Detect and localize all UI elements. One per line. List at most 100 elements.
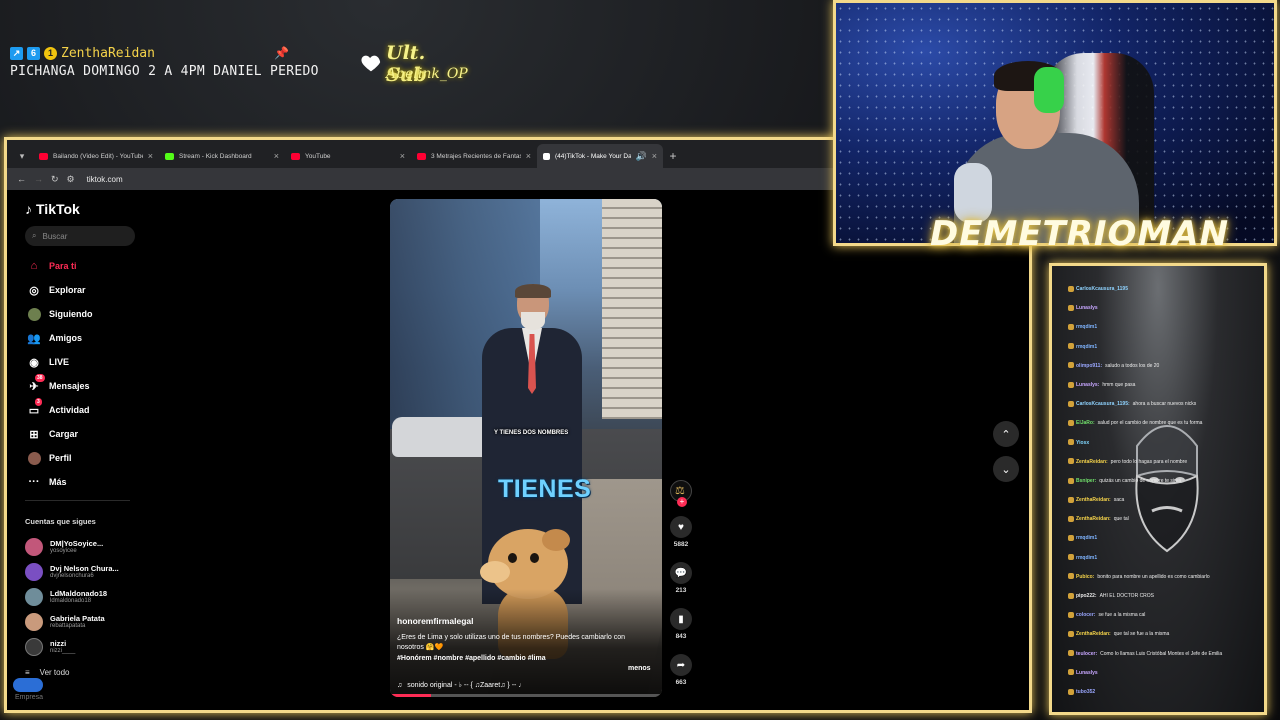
see-all-link[interactable]: ≡ Ver todo [25, 661, 160, 683]
chat-username[interactable]: ElJaRo: [1076, 420, 1095, 426]
tab-kick-dashboard[interactable]: Stream - Kick Dashboard × [159, 144, 285, 168]
home-icon: ⌂ [30, 260, 38, 272]
nav-cargar[interactable]: ⊞ Cargar [25, 422, 160, 446]
nav-explorar[interactable]: ◎ Explorar [25, 278, 160, 302]
chat-username[interactable]: pipo222: [1076, 593, 1097, 599]
following-account[interactable]: Gabriela Patata rebattapatata [25, 609, 160, 634]
chat-username[interactable]: olimpo911: [1076, 363, 1102, 369]
chat-username[interactable]: Pubico: [1076, 574, 1094, 580]
chat-text: se fue a la misma cal [1098, 612, 1146, 619]
following-account[interactable]: nizzi nizzi____ [25, 634, 160, 659]
nav-para-ti[interactable]: ⌂ Para ti [25, 254, 160, 278]
chat-username[interactable]: teulocer: [1076, 651, 1097, 657]
nav-label: Amigos [49, 333, 83, 343]
live-icon: ◉ [29, 356, 39, 369]
search-input[interactable]: ⌕ Buscar [25, 226, 135, 246]
chat-username[interactable]: CarlosKcausura_1195 [1076, 286, 1128, 292]
tab-youtube[interactable]: YouTube × [285, 144, 411, 168]
divider [25, 500, 130, 501]
tab-metrajes[interactable]: 3 Metrajes Recientes de Fantas × [411, 144, 537, 168]
chat-username[interactable]: ZentaReidan: [1076, 459, 1108, 465]
chat-message: Lunaslys: hmm que pasa [1068, 376, 1264, 395]
close-icon[interactable]: × [274, 151, 279, 161]
account-name: Gabriela Patata [50, 614, 105, 623]
chat-badge-icon [1068, 631, 1074, 638]
chat-username[interactable]: CarlosKcausura_1195: [1076, 401, 1130, 407]
nav-label: Perfil [49, 453, 72, 463]
back-icon[interactable]: ← [17, 174, 26, 184]
like-button[interactable]: ♥ [670, 516, 692, 538]
comment-button[interactable]: 💬 [670, 562, 692, 584]
account-name: DM|YoSoyice... [50, 539, 104, 548]
chat-username[interactable]: colocer: [1076, 612, 1095, 618]
video-sound[interactable]: ♫ sonido original - ♭ -- { ♫Zaaret♫ } --… [397, 681, 525, 690]
video-author[interactable]: honoremfirmalegal [397, 616, 474, 626]
tab-tiktok[interactable]: (44)TikTok - Make Your Day 🔊 × [537, 144, 663, 168]
close-icon[interactable]: × [148, 151, 153, 161]
video-hashtags[interactable]: #Honórem #nombre #apellido #cambio #lima [397, 655, 546, 662]
close-icon[interactable]: × [526, 151, 531, 161]
speaker-icon[interactable]: 🔊 [636, 151, 647, 162]
chat-username[interactable]: Yiosx [1076, 440, 1089, 446]
nav-actividad[interactable]: ▭ 3 Actividad [25, 398, 160, 422]
chat-username[interactable]: rmqdim1 [1076, 535, 1097, 541]
save-button[interactable]: ▮ [670, 608, 692, 630]
bookmark-icon: ▮ [678, 613, 684, 625]
chevron-up-icon: ⌃ [1001, 428, 1011, 441]
show-less-button[interactable]: menos [628, 665, 651, 672]
new-tab-button[interactable]: + [663, 144, 683, 168]
nav-amigos[interactable]: 👥 Amigos [25, 326, 160, 350]
close-icon[interactable]: × [400, 151, 405, 161]
close-icon[interactable]: × [652, 151, 657, 161]
nav-live[interactable]: ◉ LIVE [25, 350, 160, 374]
app-download-icon[interactable] [13, 678, 43, 692]
nav-siguiendo[interactable]: Siguiendo [25, 302, 160, 326]
nav-label: Siguiendo [49, 309, 93, 319]
nav-label: Más [49, 477, 67, 487]
forward-icon[interactable]: → [34, 174, 43, 184]
nav-perfil[interactable]: Perfil [25, 446, 160, 470]
chat-username[interactable]: ZenthaReidan: [1076, 516, 1111, 522]
chat-username[interactable]: tubo352 [1076, 689, 1095, 695]
youtube-favicon-icon [291, 152, 300, 160]
video-player[interactable]: Y TIENES DOS NOMBRES TIENES honoremfirma… [390, 199, 662, 697]
reload-icon[interactable]: ↻ [51, 174, 59, 185]
chat-username[interactable]: rmqdim1 [1076, 344, 1097, 350]
friends-icon: 👥 [27, 332, 41, 345]
tab-label: 3 Metrajes Recientes de Fantas [431, 152, 521, 160]
nav-mensajes[interactable]: ✈ 38 Mensajes [25, 374, 160, 398]
chat-username[interactable]: rmqdim1 [1076, 324, 1097, 330]
following-account[interactable]: LdMaldonado18 ldmaldonado18 [25, 584, 160, 609]
footer-empresa[interactable]: Empresa [15, 694, 43, 701]
chat-username[interactable]: Lunaslys: [1076, 382, 1099, 388]
tab-search-icon[interactable]: ▾ [11, 144, 33, 168]
share-button[interactable]: ➦ [670, 654, 692, 676]
chat-text: ahora a buscar nuevos nicks [1132, 401, 1197, 408]
next-video-button[interactable]: ⌄ [993, 456, 1019, 482]
follow-plus-icon[interactable]: + [677, 497, 687, 507]
tiktok-logo[interactable]: ♪ TikTok [25, 198, 160, 220]
chat-username[interactable]: ZenthaReidan: [1076, 497, 1111, 503]
url-field[interactable]: tiktok.com [87, 175, 123, 184]
chat-username[interactable]: Lunaslys [1076, 670, 1098, 676]
chat-username[interactable]: rmqdim1 [1076, 555, 1097, 561]
list-icon: ≡ [25, 667, 30, 677]
site-info-icon[interactable]: ⚙ [67, 174, 75, 185]
previous-video-button[interactable]: ⌃ [993, 421, 1019, 447]
stream-canvas: ↗ 6 1 ZenthaReidan PICHANGA DOMINGO 2 A … [0, 0, 1280, 720]
creator-avatar[interactable]: ⚖ + [670, 480, 692, 507]
chat-username[interactable]: Bsniper: [1076, 478, 1096, 484]
nav-label: Mensajes [49, 381, 90, 391]
music-note-icon: ♫ [397, 681, 403, 689]
nav-mas[interactable]: ··· Más [25, 470, 160, 494]
tab-youtube-bailando[interactable]: Bailando (Video Edit) - YouTube × [33, 144, 159, 168]
chat-username[interactable]: ZenthaReidan: [1076, 631, 1111, 637]
following-account[interactable]: DM|YoSoyice... yosoyicee [25, 534, 160, 559]
following-account[interactable]: Dvj Nelson Chura... dvjnelsonchura6 [25, 559, 160, 584]
chat-badge-icon [1068, 515, 1074, 522]
chat-badge-icon [1068, 535, 1074, 542]
video-progress-bar[interactable] [390, 694, 662, 697]
following-list: DM|YoSoyice... yosoyicee Dvj Nelson Chura… [25, 534, 160, 683]
chat-username[interactable]: Lunaslys [1076, 305, 1098, 311]
chat-message: Yiosx [1068, 434, 1264, 453]
